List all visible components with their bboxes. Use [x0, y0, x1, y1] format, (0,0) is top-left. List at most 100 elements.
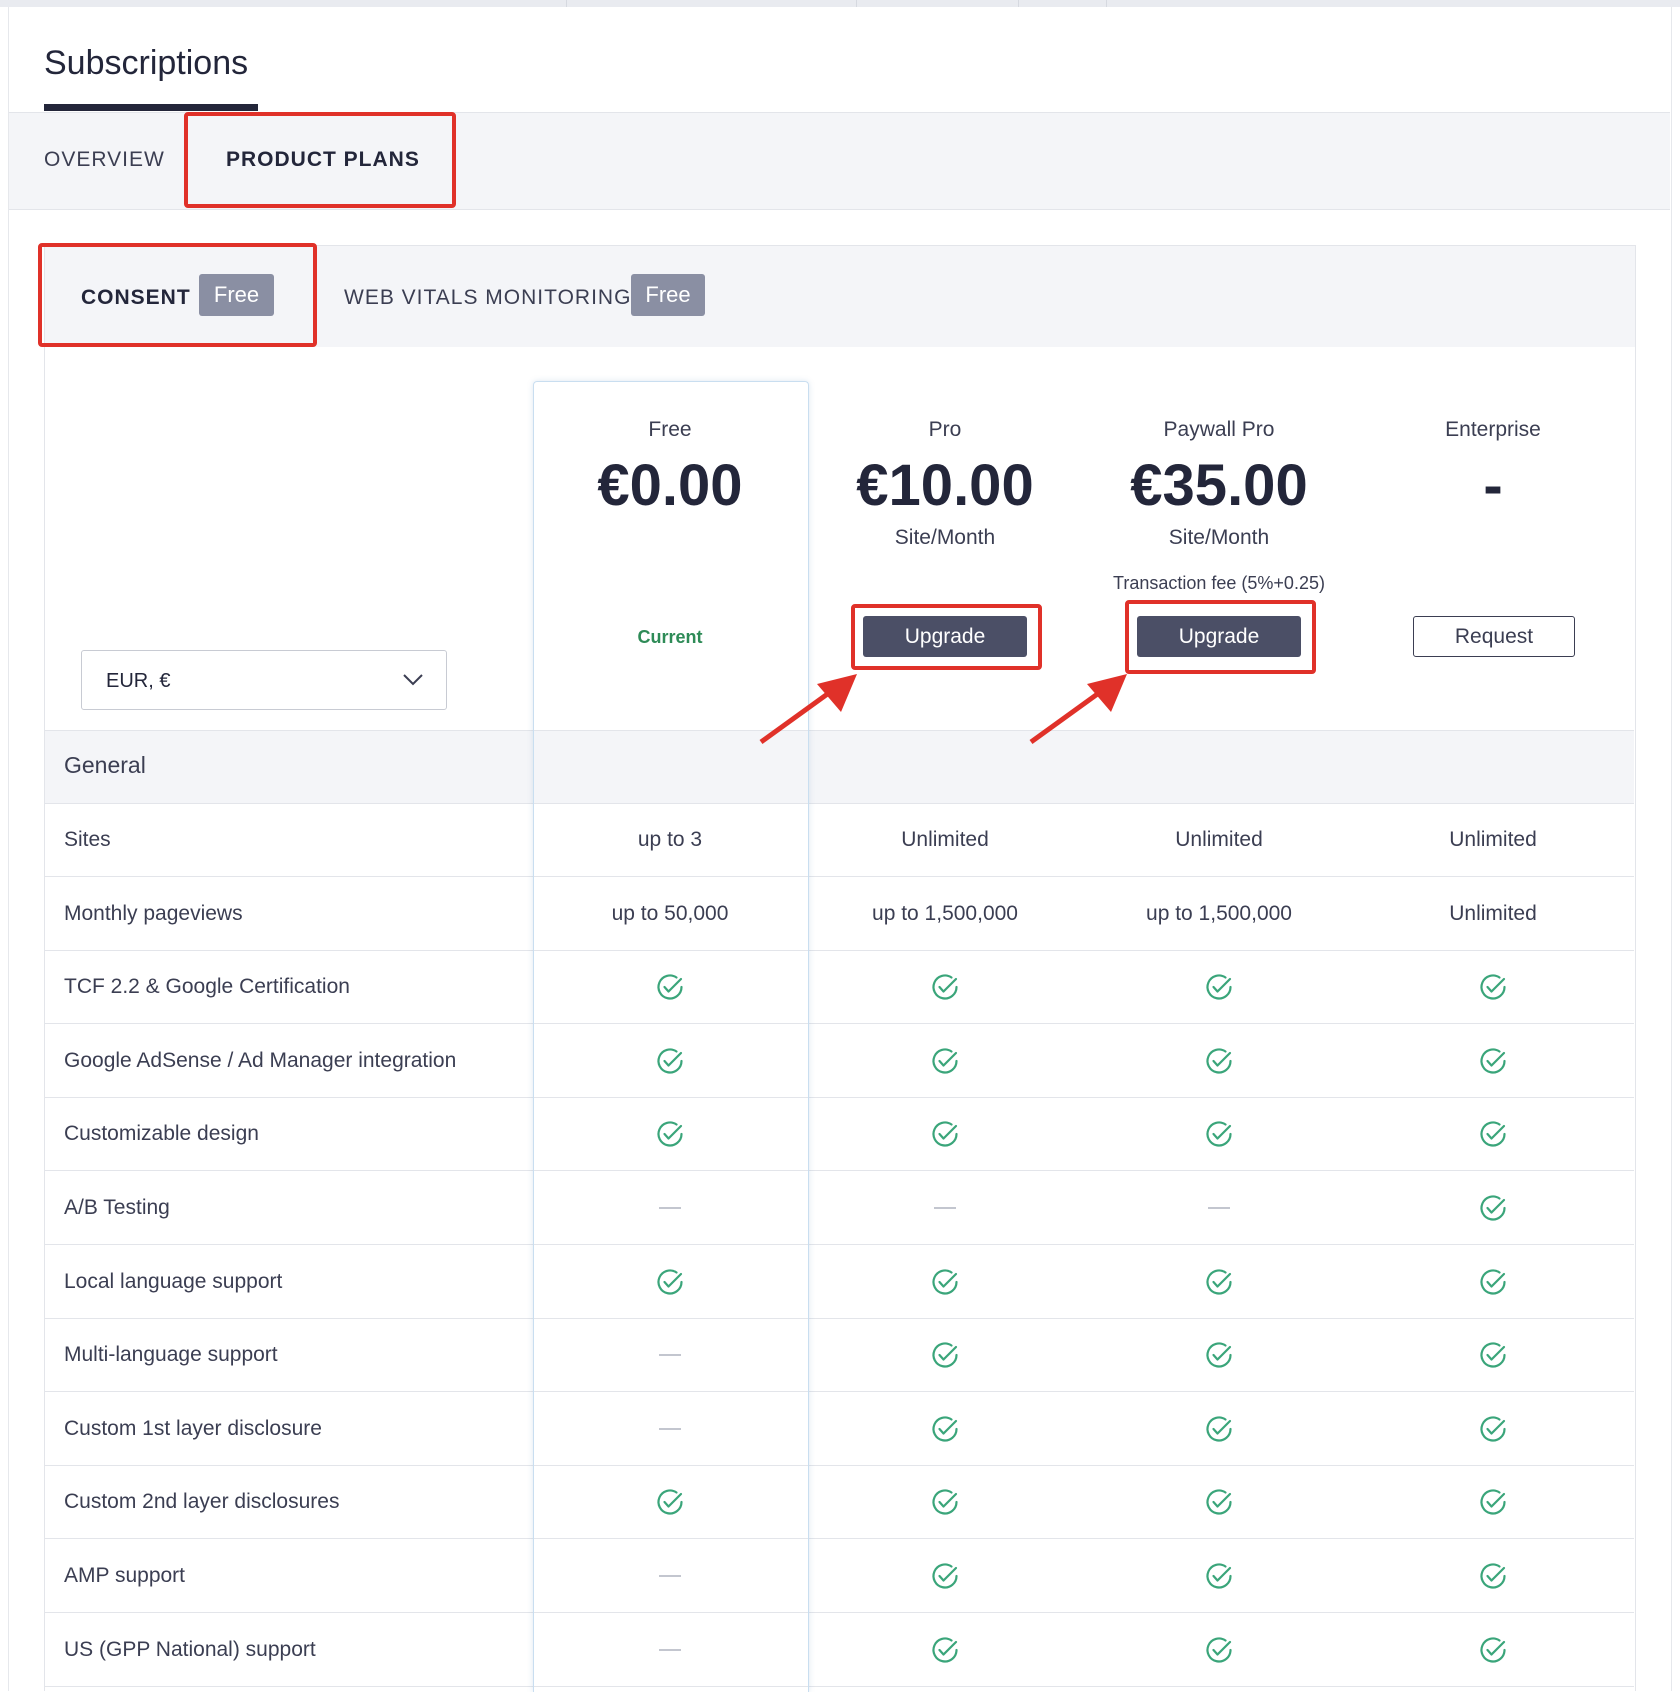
- feature-cell-value: up to 50,000: [611, 902, 729, 925]
- dash-icon: [659, 1649, 681, 1652]
- feature-cell-not-included: [533, 1613, 807, 1686]
- feature-cell-value: up to 1,500,000: [872, 902, 1018, 925]
- feature-cell-value: Unlimited: [1449, 902, 1537, 925]
- feature-cell-not-included: [1082, 1171, 1356, 1244]
- feature-cell-included: [808, 1392, 1082, 1465]
- plan-price: €35.00: [1130, 453, 1308, 518]
- request-button[interactable]: Request: [1413, 616, 1575, 657]
- dash-icon: [659, 1428, 681, 1431]
- tab-overview[interactable]: OVERVIEW: [44, 148, 165, 172]
- feature-cell-included: [1356, 950, 1630, 1023]
- feature-cell-included: [1356, 1097, 1630, 1170]
- feature-cell-included: [808, 1465, 1082, 1538]
- feature-label: TCF 2.2 & Google Certification: [64, 975, 350, 998]
- feature-label: Multi-language support: [64, 1343, 278, 1366]
- feature-cell-included: [808, 1539, 1082, 1612]
- feature-cell-not-included: [533, 1539, 807, 1612]
- feature-label: A/B Testing: [64, 1196, 170, 1219]
- feature-cell-included: [808, 1097, 1082, 1170]
- check-circle-icon: [1206, 1121, 1232, 1147]
- check-circle-icon: [932, 1637, 958, 1663]
- check-circle-icon: [657, 1048, 683, 1074]
- feature-cell-included: [808, 1613, 1082, 1686]
- feature-cell-included: [808, 950, 1082, 1023]
- feature-cell-value: Unlimited: [1175, 828, 1263, 851]
- top-strip: [0, 0, 1680, 7]
- feature-cell-included: [1082, 1245, 1356, 1318]
- check-circle-icon: [1206, 1048, 1232, 1074]
- plan-price: -: [1483, 453, 1503, 518]
- feature-cell-included: [1082, 1392, 1356, 1465]
- feature-label: Google AdSense / Ad Manager integration: [64, 1049, 457, 1072]
- feature-cell-included: [1082, 1539, 1356, 1612]
- table-row: A/B Testing: [45, 1171, 1634, 1245]
- feature-cell-included: [1356, 1539, 1630, 1612]
- upgrade-button[interactable]: Upgrade: [863, 616, 1027, 657]
- feature-label: Local language support: [64, 1270, 283, 1293]
- feature-cell-not-included: [533, 1171, 807, 1244]
- currency-select[interactable]: EUR, €: [81, 650, 447, 710]
- plan-price: €0.00: [597, 453, 743, 518]
- plan-name: Pro: [928, 418, 962, 441]
- table-row: Google AdSense / Ad Manager integration: [45, 1024, 1634, 1098]
- feature-cell-value: Unlimited: [901, 828, 989, 851]
- feature-cell-value: up to 1,500,000: [1146, 902, 1292, 925]
- chevron-down-icon: [403, 674, 423, 686]
- table-row: AMP support: [45, 1539, 1634, 1613]
- check-circle-icon: [932, 1269, 958, 1295]
- feature-cell-not-included: [533, 1318, 807, 1391]
- table-row: Customizable design: [45, 1097, 1634, 1171]
- check-circle-icon: [1480, 1416, 1506, 1442]
- feature-cell-included: [808, 1245, 1082, 1318]
- table-row: US (GPP National) support: [45, 1613, 1634, 1687]
- check-circle-icon: [1206, 1416, 1232, 1442]
- feature-cell-included: [1356, 1318, 1630, 1391]
- check-circle-icon: [932, 1489, 958, 1515]
- check-circle-icon: [1480, 1121, 1506, 1147]
- section-label: General: [64, 752, 146, 778]
- dash-icon: [659, 1575, 681, 1578]
- feature-cell-included: [533, 950, 807, 1023]
- dash-icon: [659, 1354, 681, 1357]
- plan-price: €10.00: [856, 453, 1034, 518]
- table-row: Multi-language support: [45, 1318, 1634, 1392]
- feature-cell-included: [1356, 1245, 1630, 1318]
- table-row: Custom 2nd layer disclosures: [45, 1465, 1634, 1539]
- feature-label: AMP support: [64, 1564, 186, 1587]
- dash-icon: [659, 1207, 681, 1210]
- feature-cell-included: [808, 1024, 1082, 1097]
- check-circle-icon: [1206, 1637, 1232, 1663]
- table-row: Monthly pageviews up to 50,000 up to 1,500…: [45, 877, 1634, 951]
- check-circle-icon: [1206, 1563, 1232, 1589]
- check-circle-icon: [1480, 1563, 1506, 1589]
- check-circle-icon: [1480, 1342, 1506, 1368]
- feature-cell-included: [1356, 1465, 1630, 1538]
- check-circle-icon: [1480, 974, 1506, 1000]
- dash-icon: [934, 1207, 956, 1210]
- check-circle-icon: [932, 974, 958, 1000]
- feature-cell-not-included: [533, 1392, 807, 1465]
- upgrade-button[interactable]: Upgrade: [1137, 616, 1301, 657]
- feature-cell-included: [533, 1097, 807, 1170]
- feature-cell-included: [1082, 1318, 1356, 1391]
- check-circle-icon: [1480, 1269, 1506, 1295]
- dash-icon: [1208, 1207, 1230, 1210]
- plan-name: Free: [648, 418, 692, 441]
- check-circle-icon: [657, 1121, 683, 1147]
- check-circle-icon: [1480, 1637, 1506, 1663]
- product-tab-consent[interactable]: CONSENT: [81, 286, 191, 310]
- table-row: Local language support: [45, 1245, 1634, 1319]
- check-circle-icon: [932, 1563, 958, 1589]
- feature-cell-included: [533, 1465, 807, 1538]
- plan-unit: Site/Month: [1168, 526, 1270, 549]
- product-tab-web-vitals[interactable]: WEB VITALS MONITORING: [344, 286, 631, 310]
- check-circle-icon: [657, 1269, 683, 1295]
- currency-select-value: EUR, €: [106, 670, 171, 692]
- feature-cell-included: [1356, 1171, 1630, 1244]
- product-tab-bar: [44, 245, 1636, 349]
- plan-unit: Site/Month: [894, 526, 996, 549]
- page-title: Subscriptions: [44, 44, 249, 82]
- feature-cell-included: [1356, 1024, 1630, 1097]
- tab-product-plans[interactable]: PRODUCT PLANS: [226, 148, 420, 172]
- check-circle-icon: [932, 1048, 958, 1074]
